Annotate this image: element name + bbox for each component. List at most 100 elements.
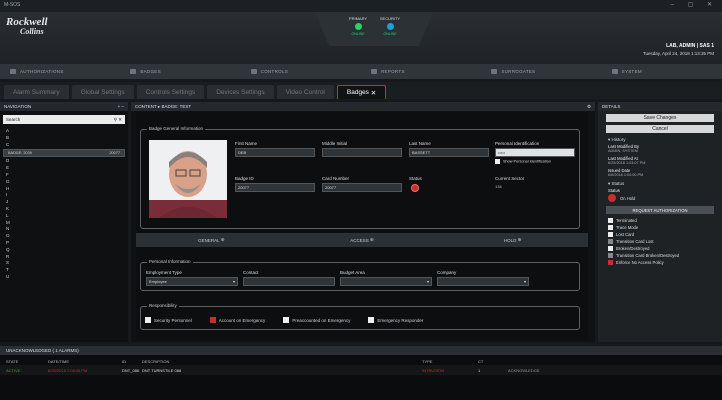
- badge-photo: [149, 140, 227, 218]
- tab-badges[interactable]: Badges ✕: [336, 85, 387, 99]
- tab-devices-settings[interactable]: Devices Settings: [207, 85, 274, 99]
- tree-item[interactable]: B: [0, 135, 128, 142]
- tree-item[interactable]: R: [0, 254, 128, 261]
- employment-select[interactable]: Employee ▾: [146, 277, 238, 286]
- responsibility-checkbox[interactable]: Preaccounted on Emergency: [283, 317, 350, 323]
- responsibility-checkbox[interactable]: Account on Emergency: [209, 317, 265, 323]
- responsibility-checkbox[interactable]: Emergency Responder: [368, 317, 423, 323]
- nav-label: AUTHORIZATIONS: [20, 69, 64, 74]
- security-server[interactable]: SECURITY ONLINE: [377, 16, 403, 36]
- tree-item[interactable]: T: [0, 267, 128, 274]
- history-section[interactable]: ▾ History: [598, 136, 722, 144]
- tree-item[interactable]: N: [0, 226, 128, 233]
- panel-title: DETAILS: [602, 104, 621, 109]
- tree-item[interactable]: U: [0, 274, 128, 281]
- nav-badges[interactable]: BADGES: [120, 64, 240, 79]
- budget-select[interactable]: ▾: [340, 277, 432, 286]
- status-checkbox[interactable]: Broken/Destroyed: [598, 245, 722, 252]
- status-alert-icon: [411, 184, 419, 192]
- tree-item[interactable]: L: [0, 213, 128, 220]
- status-checkbox[interactable]: Transition Card Lost: [598, 238, 722, 245]
- checkbox-label: Transition Card Broken/Destroyed: [616, 253, 680, 258]
- tree-item[interactable]: M: [0, 220, 128, 227]
- checkbox-label: Emergency Responder: [377, 317, 424, 323]
- panel-title: CONTENT: [135, 104, 157, 109]
- section-hold[interactable]: HOLD ⊕: [437, 233, 588, 247]
- tree-item[interactable]: J: [0, 199, 128, 206]
- checkbox: [608, 218, 613, 223]
- first-name-field[interactable]: DEB: [235, 148, 315, 157]
- checkbox-label: Show Personal Identification: [503, 159, 551, 164]
- pid-field[interactable]: •••••: [495, 148, 575, 157]
- status-checkbox[interactable]: Lost Card: [598, 231, 722, 238]
- show-pid-checkbox[interactable]: Show Personal Identification: [495, 159, 551, 164]
- fieldset-legend: Responsibility: [147, 303, 179, 308]
- panel-controls[interactable]: + –: [118, 104, 124, 109]
- details-header: DETAILS: [598, 102, 722, 111]
- company-select[interactable]: ▾: [437, 277, 529, 286]
- nav-label: SYSTEM: [621, 69, 642, 74]
- badge-id-field[interactable]: 20077: [235, 183, 315, 192]
- table-row[interactable]: ACTIVE 6/25/2018 1:08:45 PM DNT_086 DNT TUR…: [0, 365, 722, 375]
- current-datetime: Tuesday, April 24, 2018 1:13:35 PM: [642, 51, 714, 56]
- tree-item-selected[interactable]: BADGE: 2039 20077: [3, 149, 125, 158]
- save-button[interactable]: Save Changes: [606, 114, 714, 122]
- user-name[interactable]: LAB, ADMIN | SAS 1: [666, 43, 714, 49]
- tab-controls-settings[interactable]: Controls Settings: [136, 85, 205, 99]
- main-nav: AUTHORIZATIONS BADGES CONTROLS REPORTS S…: [0, 64, 722, 79]
- search-input[interactable]: Search ⚲ ✕: [3, 115, 125, 124]
- search-icon[interactable]: ⚲ ✕: [114, 117, 122, 122]
- checkbox: [608, 225, 613, 230]
- responsibility: Responsibility Security Personnel Account…: [140, 303, 580, 330]
- section-access[interactable]: ACCESS ⊕: [287, 233, 438, 247]
- tree-item[interactable]: A: [0, 128, 128, 135]
- tab-global-settings[interactable]: Global Settings: [71, 85, 134, 99]
- tree-item[interactable]: H: [0, 186, 128, 193]
- card-number-field[interactable]: 20077: [322, 183, 402, 192]
- authorizations-icon: [10, 69, 16, 74]
- tree-item[interactable]: D: [0, 158, 128, 165]
- tree-item[interactable]: K: [0, 206, 128, 213]
- request-authorization-button[interactable]: REQUEST AUTHORIZATION: [606, 206, 714, 214]
- tree-item[interactable]: I: [0, 192, 128, 199]
- table-cell: 6/25/2018 1:08:45 PM: [48, 368, 88, 373]
- content-tab[interactable]: BADGE: TEST: [161, 104, 191, 109]
- nav-reports[interactable]: REPORTS: [361, 64, 481, 79]
- status-checkbox[interactable]: Transition Card Broken/Destroyed: [598, 252, 722, 259]
- nav-controls[interactable]: CONTROLS: [241, 64, 361, 79]
- tree-item[interactable]: F: [0, 172, 128, 179]
- acknowledge-link[interactable]: ACKNOWLEDGE: [508, 368, 716, 373]
- tree-item[interactable]: G: [0, 179, 128, 186]
- alarms-title: UNACKNOWLEDGED ( 1 ALARMS): [0, 346, 722, 355]
- tree-item[interactable]: C: [0, 142, 128, 149]
- contact-field[interactable]: [243, 277, 335, 286]
- section-label: HOLD: [503, 237, 517, 243]
- tab-alarm-summary[interactable]: Alarm Summary: [4, 85, 69, 99]
- checkbox: [209, 317, 216, 323]
- responsibility-checkbox[interactable]: Security Personnel: [145, 317, 192, 323]
- gear-icon[interactable]: ⚙: [587, 104, 591, 109]
- middle-initial-field[interactable]: [322, 148, 402, 157]
- nav-authorizations[interactable]: AUTHORIZATIONS: [0, 64, 120, 79]
- primary-server[interactable]: PRIMARY ONLINE: [345, 16, 371, 36]
- tab-video-control[interactable]: Video Control: [276, 85, 334, 99]
- last-name-field[interactable]: BASSETT: [409, 148, 489, 157]
- tree-item[interactable]: E: [0, 165, 128, 172]
- tree-item[interactable]: O: [0, 233, 128, 240]
- status-checkbox[interactable]: Terminated: [598, 217, 722, 224]
- tree-item[interactable]: S: [0, 260, 128, 267]
- tree-item[interactable]: Q: [0, 247, 128, 254]
- nav-system[interactable]: SYSTEM: [602, 64, 722, 79]
- server-label: PRIMARY: [348, 16, 368, 21]
- table-cell: INTRUSION: [422, 368, 444, 373]
- status-section[interactable]: ▾ Status: [598, 180, 722, 188]
- status-checkbox[interactable]: Enforce No Access Policy: [598, 259, 722, 266]
- window-controls[interactable]: – ▢ ✕: [671, 1, 718, 8]
- cancel-button[interactable]: Cancel: [606, 125, 714, 133]
- tree-item[interactable]: P: [0, 240, 128, 247]
- status-checkbox[interactable]: Trace Mode: [598, 224, 722, 231]
- nav-surrogates[interactable]: SURROGATES: [481, 64, 601, 79]
- employment-label: Employment Type: [146, 270, 182, 275]
- modified-by-value: ADMIN, SYSTEM: [608, 149, 638, 153]
- section-general[interactable]: GENERAL ⊕: [136, 233, 287, 247]
